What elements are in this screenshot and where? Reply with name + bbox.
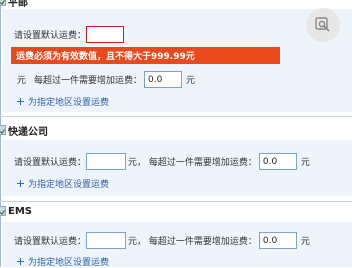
region-fee-link-row[interactable]: 为指定地区设置运费 bbox=[17, 95, 109, 108]
default-fee-label: 请设置默认运费： bbox=[14, 158, 87, 168]
default-fee-row: 请设置默认运费： bbox=[14, 26, 125, 43]
extra-fee-unit: 元 bbox=[300, 237, 310, 247]
extra-fee-input[interactable] bbox=[144, 71, 183, 88]
plus-icon bbox=[17, 180, 24, 187]
extra-fee-unit: 元 bbox=[186, 76, 196, 86]
default-fee-label: 请设置默认运费： bbox=[14, 31, 87, 41]
divider bbox=[0, 116, 352, 117]
extra-fee-label: 元， 每超过一件需要增加运费： bbox=[128, 237, 257, 247]
default-fee-input[interactable] bbox=[86, 26, 125, 43]
section-title-label: EMS bbox=[8, 205, 32, 217]
region-fee-link[interactable]: 为指定地区设置运费 bbox=[28, 95, 109, 108]
extra-fee-input[interactable] bbox=[258, 153, 297, 170]
section-title-label: 快递公司 bbox=[8, 126, 48, 138]
extra-fee-input[interactable] bbox=[258, 232, 297, 249]
image-search-icon[interactable] bbox=[306, 8, 340, 42]
checkbox-icon[interactable] bbox=[0, 125, 6, 135]
plus-icon bbox=[17, 258, 24, 265]
section-title-ems: EMS bbox=[0, 204, 352, 218]
checkbox-icon[interactable] bbox=[0, 206, 6, 216]
region-fee-link-row[interactable]: 为指定地区设置运费 bbox=[17, 255, 109, 268]
default-fee-input[interactable] bbox=[86, 153, 127, 170]
unit-label: 元 bbox=[17, 76, 27, 86]
divider bbox=[0, 201, 352, 202]
default-fee-row: 请设置默认运费： 元， 每超过一件需要增加运费： 元 bbox=[14, 232, 310, 249]
default-fee-label: 请设置默认运费： bbox=[14, 237, 87, 247]
extra-fee-label: 每超过一件需要增加运费： bbox=[34, 76, 143, 86]
section-title-express: 快递公司 bbox=[0, 123, 352, 138]
section-title-surface-mail: 平邮 bbox=[0, 0, 352, 9]
section-title-label: 平邮 bbox=[8, 0, 28, 9]
region-fee-link[interactable]: 为指定地区设置运费 bbox=[28, 255, 109, 268]
error-message: 运费必须为有效数值，且不得大于999.99元 bbox=[11, 47, 280, 64]
default-fee-input[interactable] bbox=[86, 232, 127, 249]
extra-fee-row: 元 每超过一件需要增加运费： 元 bbox=[17, 71, 195, 88]
region-fee-link-row[interactable]: 为指定地区设置运费 bbox=[17, 177, 109, 190]
default-fee-row: 请设置默认运费： 元， 每超过一件需要增加运费： 元 bbox=[14, 153, 310, 170]
extra-fee-label: 元， 每超过一件需要增加运费： bbox=[128, 158, 257, 168]
region-fee-link[interactable]: 为指定地区设置运费 bbox=[28, 177, 109, 190]
checkbox-icon[interactable] bbox=[0, 0, 6, 6]
extra-fee-unit: 元 bbox=[300, 158, 310, 168]
plus-icon bbox=[17, 98, 24, 105]
